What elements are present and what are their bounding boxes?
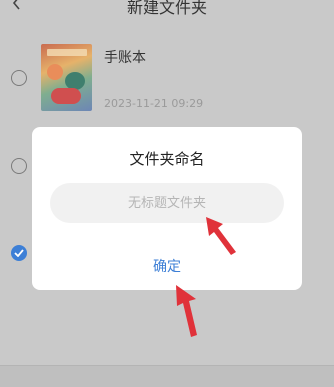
radio-button[interactable] [11, 70, 27, 86]
page-title: 新建文件夹 [126, 0, 207, 17]
radio-button-selected[interactable] [11, 245, 27, 261]
annotation-arrow-icon [206, 217, 236, 255]
confirm-button[interactable]: 确定 [127, 254, 207, 278]
radio-button[interactable] [11, 158, 27, 174]
check-icon [14, 249, 24, 257]
item-title: 手账本 [104, 50, 146, 66]
top-bar: 新建文件夹 [0, 0, 334, 22]
item-date: 2023-11-21 09:29 [104, 97, 204, 110]
dialog-title: 文件夹命名 [129, 150, 205, 168]
notebook-cover-image [41, 44, 92, 111]
folder-name-input[interactable] [50, 183, 284, 223]
annotation-arrow-icon [176, 285, 197, 337]
bottom-bar [0, 365, 334, 387]
folder-name-dialog: 文件夹命名 确定 [32, 127, 302, 290]
